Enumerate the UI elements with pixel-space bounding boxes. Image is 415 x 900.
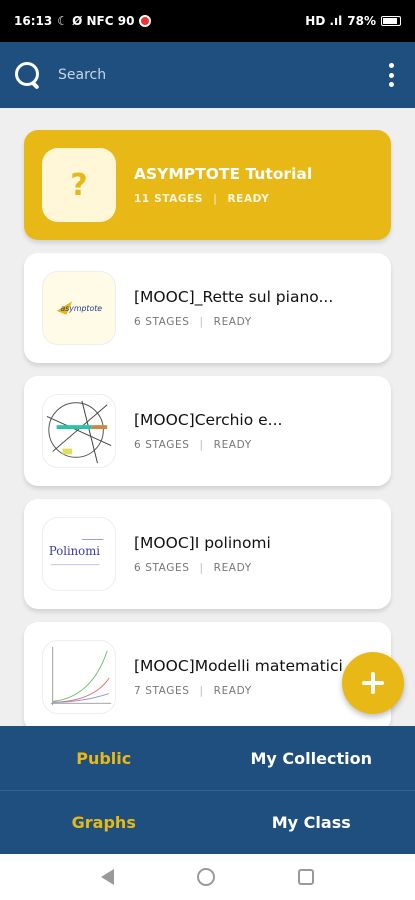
status-label: READY [213, 685, 252, 697]
battery-level: 78% [347, 14, 376, 28]
tab-graphs[interactable]: Graphs [0, 791, 208, 854]
card-title: [MOOC]I polinomi [134, 534, 271, 552]
battery-icon [381, 16, 401, 26]
status-label: READY [213, 316, 252, 328]
back-icon[interactable] [101, 869, 115, 885]
asymptote-logo-text: asymptote [61, 304, 103, 313]
polinomi-thumb-text: Polinomi [49, 544, 100, 558]
card-title: [MOOC]_Rette sul piano... [134, 288, 334, 306]
card-meta: 11 STAGES | READY [134, 193, 270, 205]
stage-count: 11 STAGES [134, 193, 204, 205]
home-icon[interactable] [196, 868, 215, 886]
card-cerchio[interactable]: [MOOC]Cerchio e... 6 STAGES | READY [24, 376, 391, 486]
stage-count: 6 STAGES [134, 439, 190, 451]
stage-count: 6 STAGES [134, 316, 190, 328]
card-asymptote-tutorial[interactable]: ? ASYMPTOTE Tutorial 11 STAGES | READY [24, 130, 391, 240]
card-polinomi[interactable]: Polinomi [MOOC]I polinomi 6 STAGES | READY [24, 499, 391, 609]
tab-my-collection[interactable]: My Collection [208, 726, 415, 790]
search-icon[interactable] [14, 61, 42, 89]
recents-icon[interactable] [297, 869, 314, 885]
status-label: READY [213, 562, 252, 574]
card-modelli-matematici[interactable]: [MOOC]Modelli matematici 7 STAGES | READY [24, 622, 391, 726]
more-options-icon[interactable] [381, 61, 401, 89]
graph-thumbnail [42, 640, 116, 714]
app-bar [0, 42, 415, 108]
stage-count: 7 STAGES [134, 685, 190, 697]
clock: 16:13 [14, 14, 53, 28]
polinomi-thumbnail: Polinomi [42, 517, 116, 591]
card-meta: 7 STAGES | READY [134, 685, 252, 697]
card-title: ASYMPTOTE Tutorial [134, 165, 313, 183]
status-label: READY [213, 439, 252, 451]
card-meta: 6 STAGES | READY [134, 439, 252, 451]
signal-indicators: HD .ıl [305, 14, 343, 28]
question-mark-icon: ? [42, 148, 116, 222]
add-button[interactable] [342, 652, 404, 714]
stage-list: ? ASYMPTOTE Tutorial 11 STAGES | READY asy… [0, 108, 415, 726]
circle-diagram-thumbnail [42, 394, 116, 468]
card-rette-sul-piano[interactable]: asymptote [MOOC]_Rette sul piano... 6 ST… [24, 253, 391, 363]
status-bar: 16:13 ☾ Ø NFC 90 HD .ıl 78% [0, 0, 415, 42]
tab-my-class[interactable]: My Class [208, 791, 415, 854]
card-title: [MOOC]Cerchio e... [134, 411, 283, 429]
card-meta: 6 STAGES | READY [134, 562, 252, 574]
asymptote-logo-thumbnail: asymptote [42, 271, 116, 345]
card-meta: 6 STAGES | READY [134, 316, 252, 328]
status-label: READY [227, 193, 270, 205]
search-input[interactable] [58, 67, 381, 83]
tab-public[interactable]: Public [0, 726, 208, 790]
card-title: [MOOC]Modelli matematici [134, 657, 343, 675]
system-navigation-bar [0, 854, 415, 900]
stage-count: 6 STAGES [134, 562, 190, 574]
status-indicators-left: ☾ Ø NFC 90 [57, 14, 135, 28]
bottom-navigation: Public My Collection Graphs My Class [0, 726, 415, 854]
notification-icon [139, 15, 152, 27]
